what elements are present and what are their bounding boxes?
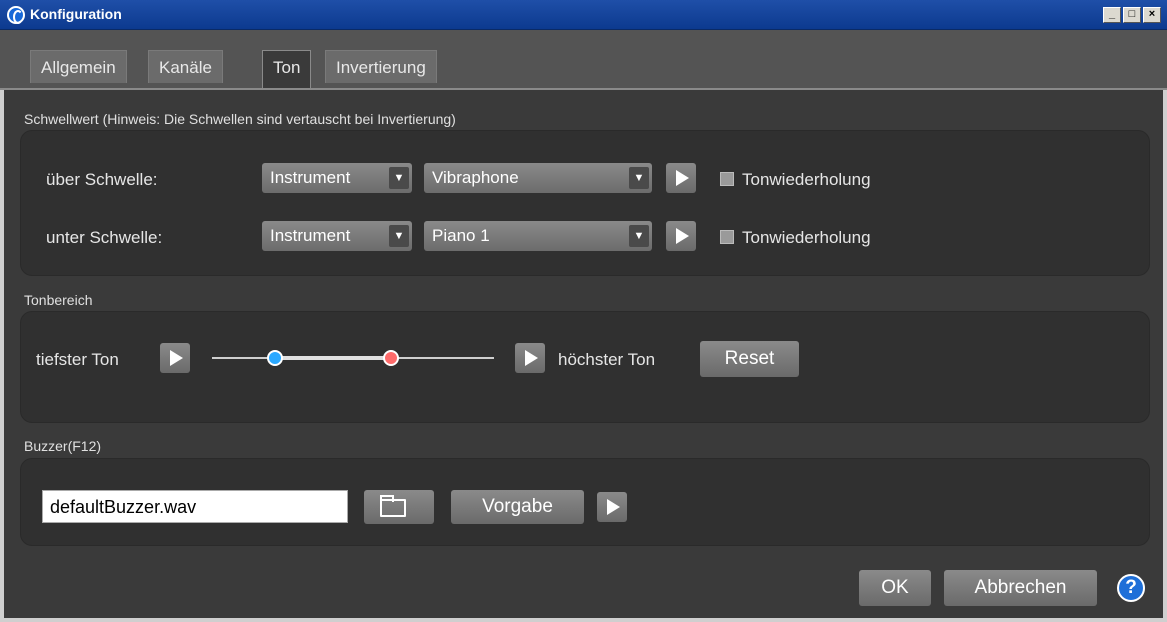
- above-instrument-select[interactable]: Vibraphone ▼: [424, 163, 652, 193]
- minimize-button[interactable]: _: [1103, 7, 1121, 23]
- window-border-left: [0, 30, 4, 622]
- window-border-bottom: [0, 618, 1167, 622]
- folder-icon: [380, 495, 406, 517]
- buzzer-play-button[interactable]: [597, 492, 627, 522]
- buzzer-section-label: Buzzer(F12): [24, 438, 102, 454]
- tab-strip: Allgemein Kanäle Ton Invertierung: [0, 30, 1167, 88]
- above-play-button[interactable]: [666, 163, 696, 193]
- window-title: Konfiguration: [30, 6, 122, 22]
- above-instrument-value: Vibraphone: [432, 168, 519, 187]
- tab-ton[interactable]: Ton: [262, 50, 312, 88]
- chevron-down-icon: ▼: [629, 225, 649, 247]
- below-instrument-value: Piano 1: [432, 226, 490, 245]
- browse-file-button[interactable]: [364, 490, 434, 524]
- below-type-select[interactable]: Instrument ▼: [262, 221, 412, 251]
- lowest-tone-play-button[interactable]: [160, 343, 190, 373]
- close-button[interactable]: ×: [1143, 7, 1161, 23]
- help-icon[interactable]: ?: [1117, 574, 1145, 602]
- below-instrument-select[interactable]: Piano 1 ▼: [424, 221, 652, 251]
- default-buzzer-button[interactable]: Vorgabe: [451, 490, 584, 524]
- app-logo-icon: [7, 6, 25, 24]
- below-repeat-label: Tonwiederholung: [742, 228, 871, 247]
- lowest-tone-label: tiefster Ton: [36, 350, 119, 369]
- below-threshold-label: unter Schwelle:: [46, 228, 163, 247]
- tab-invertierung[interactable]: Invertierung: [325, 50, 437, 83]
- above-type-value: Instrument: [270, 168, 351, 187]
- above-threshold-label: über Schwelle:: [46, 170, 158, 189]
- highest-tone-play-button[interactable]: [515, 343, 545, 373]
- reset-button[interactable]: Reset: [700, 341, 799, 377]
- tone-range-section-label: Tonbereich: [24, 292, 93, 308]
- above-type-select[interactable]: Instrument ▼: [262, 163, 412, 193]
- tab-divider: [0, 88, 1167, 90]
- title-bar[interactable]: Konfiguration _ □ ×: [0, 0, 1167, 30]
- chevron-down-icon: ▼: [629, 167, 649, 189]
- threshold-section-label: Schwellwert (Hinweis: Die Schwellen sind…: [24, 111, 456, 127]
- tab-kanaele[interactable]: Kanäle: [148, 50, 223, 83]
- ok-button[interactable]: OK: [859, 570, 931, 606]
- tab-allgemein[interactable]: Allgemein: [30, 50, 127, 83]
- below-play-button[interactable]: [666, 221, 696, 251]
- below-repeat-checkbox[interactable]: [720, 230, 734, 244]
- tone-range-slider-selection: [275, 356, 391, 360]
- chevron-down-icon: ▼: [389, 225, 409, 247]
- low-tone-slider-handle[interactable]: [267, 350, 283, 366]
- above-repeat-checkbox[interactable]: [720, 172, 734, 186]
- above-repeat-label: Tonwiederholung: [742, 170, 871, 189]
- buzzer-file-field[interactable]: defaultBuzzer.wav: [42, 490, 348, 523]
- highest-tone-label: höchster Ton: [558, 350, 656, 369]
- threshold-panel: [20, 130, 1150, 276]
- high-tone-slider-handle[interactable]: [383, 350, 399, 366]
- cancel-button[interactable]: Abbrechen: [944, 570, 1097, 606]
- window-border-right: [1163, 30, 1167, 622]
- maximize-button[interactable]: □: [1123, 7, 1141, 23]
- chevron-down-icon: ▼: [389, 167, 409, 189]
- below-type-value: Instrument: [270, 226, 351, 245]
